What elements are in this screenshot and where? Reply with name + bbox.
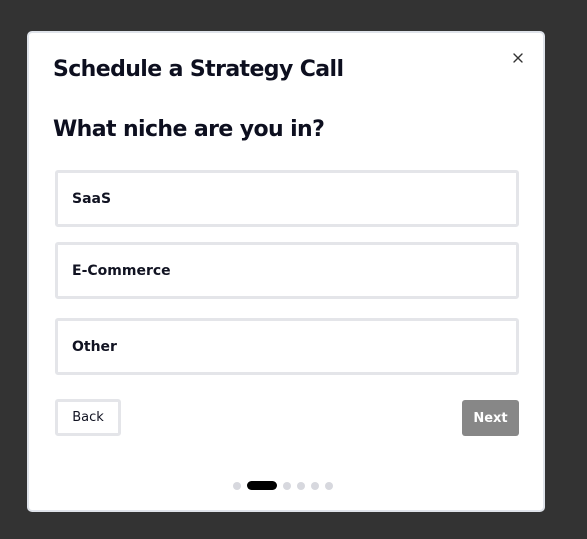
close-button[interactable] <box>507 47 529 69</box>
close-icon <box>507 47 529 69</box>
option-saas[interactable]: SaaS <box>55 170 519 227</box>
progress-dot-active <box>247 481 277 490</box>
back-button[interactable]: Back <box>55 399 121 436</box>
option-label: SaaS <box>72 190 112 207</box>
option-e-commerce[interactable]: E-Commerce <box>55 242 519 299</box>
option-other[interactable]: Other <box>55 318 519 375</box>
schedule-call-modal: Schedule a Strategy Call What niche are … <box>27 31 545 512</box>
progress-dot <box>325 481 333 490</box>
step-progress-indicator <box>233 481 333 490</box>
next-button[interactable]: Next <box>462 400 519 436</box>
step-question: What niche are you in? <box>53 117 325 142</box>
option-label: Other <box>72 338 117 355</box>
option-label: E-Commerce <box>72 262 171 279</box>
progress-dot <box>283 481 291 490</box>
progress-dot <box>233 481 241 490</box>
progress-dot <box>311 481 319 490</box>
progress-dot <box>297 481 305 490</box>
modal-title: Schedule a Strategy Call <box>53 57 344 82</box>
